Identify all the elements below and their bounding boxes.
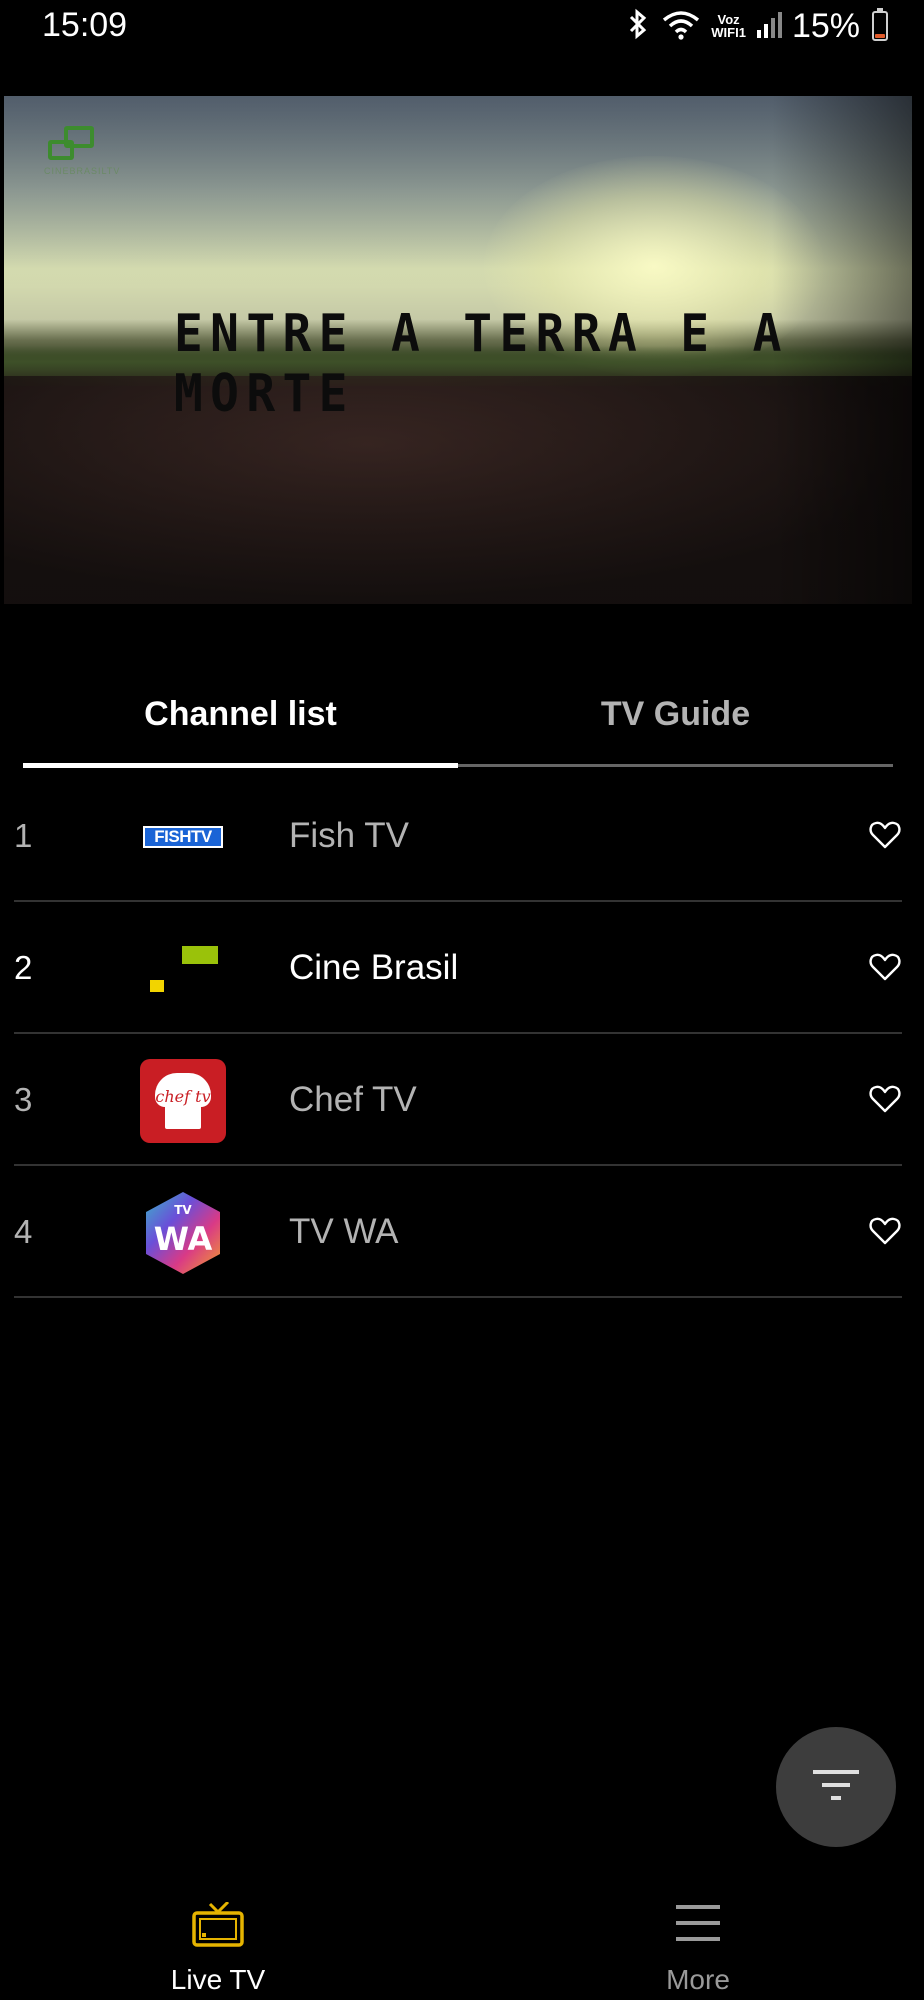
wifi-icon [661, 8, 701, 45]
tv-icon [191, 1900, 245, 1953]
bluetooth-icon [625, 8, 651, 45]
channel-name: TV WA [289, 1212, 399, 1251]
channel-number: 1 [14, 817, 33, 854]
channel-name: Cine Brasil [289, 948, 459, 987]
fish-tv-logo-text: FISHTV [143, 826, 223, 848]
voz-wifi-label: Voz WIFI1 [711, 13, 746, 39]
chef-tv-logo: chef tv [139, 1058, 227, 1144]
channel-row-cine-brasil[interactable]: 2 Cine Brasil [14, 902, 902, 1034]
tab-indicator [23, 763, 458, 768]
channel-row-tv-wa[interactable]: 4 TV WA TV WA [14, 1166, 902, 1298]
nav-live-tv[interactable]: Live TV [68, 1880, 368, 2000]
favorite-heart-icon[interactable] [868, 950, 902, 984]
favorite-heart-icon[interactable] [868, 818, 902, 852]
wifi-label: WIFI1 [711, 25, 746, 40]
filter-icon [813, 1768, 859, 1807]
cine-brasil-logo [139, 926, 227, 1012]
filter-button[interactable] [776, 1727, 896, 1847]
video-player[interactable]: CINEBRASILTV ENTRE A TERRA E A MORTE [4, 96, 912, 604]
nav-more[interactable]: More [548, 1880, 848, 2000]
video-overlay-title: ENTRE A TERRA E A MORTE [174, 304, 789, 424]
tab-channel-list[interactable]: Channel list [23, 680, 458, 748]
channel-number: 2 [14, 949, 33, 986]
nav-live-tv-label: Live TV [170, 1964, 266, 1995]
tv-wa-logo-tv-text: TV [174, 1203, 192, 1217]
tab-bar: Channel list TV Guide [23, 680, 893, 770]
battery-level [875, 34, 885, 38]
bottom-navigation: Live TV More [0, 1880, 924, 2000]
channel-row-chef-tv[interactable]: 3 chef tv Chef TV [14, 1034, 902, 1166]
chef-tv-logo-text: chef tv [155, 1087, 211, 1106]
favorite-heart-icon[interactable] [868, 1082, 902, 1116]
battery-percent: 15% [791, 6, 860, 45]
status-time: 15:09 [42, 6, 128, 44]
channel-name: Fish TV [289, 816, 409, 855]
channel-name: Chef TV [289, 1080, 417, 1119]
signal-icon [756, 10, 782, 43]
channel-watermark-text: CINEBRASILTV [44, 166, 121, 176]
nav-more-label: More [666, 1964, 730, 1995]
battery-icon [872, 8, 888, 41]
favorite-heart-icon[interactable] [868, 1214, 902, 1248]
tv-wa-logo: TV WA [139, 1190, 227, 1276]
tv-wa-logo-text: WA [154, 1220, 213, 1258]
tab-tv-guide[interactable]: TV Guide [458, 680, 893, 748]
channel-row-fish-tv[interactable]: 1 FISHTV Fish TV [14, 770, 902, 902]
status-bar: 15:09 Voz WIFI1 15% [0, 0, 924, 52]
channel-list: 1 FISHTV Fish TV 2 Cine Brasil 3 chef tv… [14, 770, 902, 1298]
menu-icon [675, 1902, 721, 1949]
status-icons: Voz WIFI1 15% [625, 6, 888, 46]
channel-number: 3 [14, 1081, 33, 1118]
fish-tv-logo: FISHTV [139, 794, 227, 880]
channel-number: 4 [14, 1213, 33, 1250]
